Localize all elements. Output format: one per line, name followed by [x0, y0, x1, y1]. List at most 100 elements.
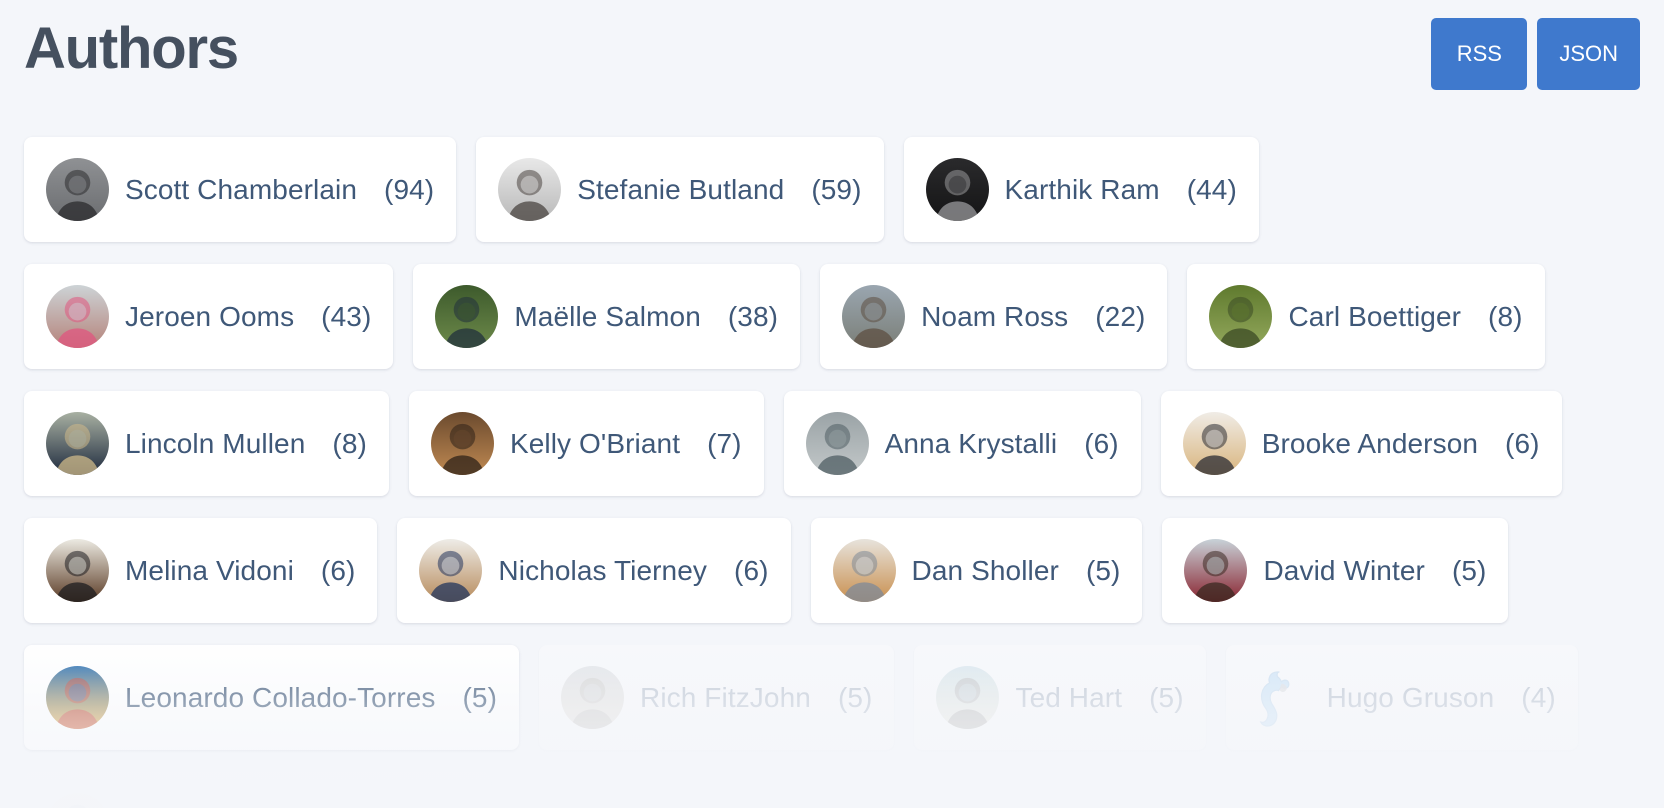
author-card[interactable]: Julia Stewart Lowndes(4) [24, 772, 491, 808]
avatar-photo-glyph [832, 539, 896, 602]
author-post-count: (8) [1488, 300, 1523, 332]
photo-man-beard-light [419, 539, 483, 602]
photo-man-short-hair [832, 539, 896, 602]
author-post-count: (43) [321, 300, 372, 332]
author-card[interactable]: Scott Chamberlain (94) [24, 137, 457, 242]
photo-person-in-water [805, 412, 869, 475]
avatar-photo-glyph [805, 412, 869, 475]
author-name: Dan Sholler [911, 554, 1059, 586]
author-post-count: (6) [320, 554, 356, 586]
author-post-count: (22) [1095, 300, 1146, 332]
author-card[interactable]: Noam Ross (22) [820, 264, 1168, 369]
avatar-photo-glyph [46, 412, 109, 475]
author-card[interactable]: Nicholas Tierney (6) [397, 518, 791, 623]
photo-man-cap-with-dog [936, 666, 1000, 729]
photo-man-colorful-shirt [46, 666, 109, 729]
author-name: Kelly O'Briant [509, 427, 681, 459]
seahorse-glyph [1259, 671, 1290, 727]
avatar-photo-glyph [936, 666, 1000, 729]
avatar-photo-glyph [419, 539, 483, 602]
avatar-photo-glyph [46, 158, 109, 221]
photo-woman-hand-on-face [46, 793, 109, 808]
author-name: Maëlle Salmon [514, 300, 701, 332]
author-post-count: (5) [1451, 554, 1487, 586]
photo-man-mountain [561, 666, 625, 729]
header-actions: RSS JSON [1431, 8, 1640, 90]
avatar-photo-glyph [498, 158, 562, 221]
author-post-count: (6) [1084, 427, 1119, 459]
author-name: Anna Krystalli [884, 427, 1058, 459]
seahorse-icon [1248, 666, 1311, 729]
author-card[interactable]: Dan Sholler (5) [810, 518, 1143, 623]
page-header: Authors RSS JSON [0, 0, 1664, 100]
photo-woman-blonde [1182, 412, 1246, 475]
author-name: Ted Hart [1015, 681, 1123, 713]
json-button[interactable]: JSON [1537, 18, 1640, 90]
author-card[interactable]: Karthik Ram (44) [903, 137, 1259, 242]
author-post-count: (6) [734, 554, 769, 586]
author-card[interactable]: Carl Boettiger (8) [1187, 264, 1545, 369]
photo-man-green-background [1209, 285, 1273, 348]
author-post-count: (6) [1505, 427, 1540, 459]
photo-grayscale-man-dark [925, 158, 989, 221]
author-post-count: (7) [707, 427, 742, 459]
avatar-photo-glyph [1209, 285, 1273, 348]
author-post-count: (38) [727, 300, 779, 332]
author-name: Brooke Anderson [1261, 427, 1479, 459]
photo-woman-outdoors-green [435, 285, 499, 348]
author-card[interactable]: Jeroen Ooms (43) [24, 264, 394, 369]
author-post-count: (5) [837, 681, 873, 713]
avatar-photo-glyph [430, 412, 494, 475]
author-post-count: (8) [332, 427, 367, 459]
page-title: Authors [24, 16, 239, 81]
author-card[interactable]: Stefanie Butland (59) [476, 137, 884, 242]
avatar-photo-glyph [46, 539, 109, 602]
author-post-count: (94) [384, 173, 435, 205]
author-name: Jeroen Ooms [125, 300, 295, 332]
author-card[interactable]: David Winter (5) [1162, 518, 1509, 623]
rss-button[interactable]: RSS [1431, 18, 1528, 90]
avatar-photo-glyph [561, 666, 625, 729]
author-name: Lincoln Mullen [125, 427, 306, 459]
author-name: Hugo Gruson [1326, 681, 1495, 713]
author-name: Scott Chamberlain [125, 173, 358, 205]
author-card[interactable]: Maëlle Salmon (38) [413, 264, 801, 369]
authors-grid: Scott Chamberlain (94) Stefanie Butland (59… [0, 137, 1664, 808]
author-name: Leonardo Collado-Torres [125, 681, 436, 713]
avatar-photo-glyph [46, 285, 109, 348]
photo-grayscale-man-beard [46, 158, 109, 221]
photo-woman-dark-hair [46, 539, 109, 602]
avatar-photo-glyph [46, 666, 109, 729]
author-name: Karthik Ram [1004, 173, 1160, 205]
author-card[interactable]: Lincoln Mullen (8) [24, 391, 389, 496]
author-name: Noam Ross [921, 300, 1069, 332]
avatar-photo-glyph [1184, 539, 1248, 602]
photo-man-at-desk [46, 285, 109, 348]
author-card[interactable]: Melina Vidoni (6) [24, 518, 378, 623]
photo-man-city-background [842, 285, 906, 348]
author-name: Nicholas Tierney [498, 554, 708, 586]
author-post-count: (44) [1186, 173, 1237, 205]
author-card[interactable]: Kelly O'Briant (7) [408, 391, 764, 496]
author-card[interactable]: Hugo Gruson (4) [1225, 645, 1578, 750]
author-post-count: (5) [462, 681, 498, 713]
author-card[interactable]: Rich FitzJohn (5) [539, 645, 895, 750]
avatar-photo-glyph [925, 158, 989, 221]
author-post-count: (5) [1149, 681, 1184, 713]
photo-grayscale-woman [498, 158, 562, 221]
avatar-photo-glyph [1182, 412, 1246, 475]
photo-man-plaid-shirt [1184, 539, 1248, 602]
author-name: David Winter [1263, 554, 1425, 586]
author-card[interactable]: Anna Krystalli (6) [783, 391, 1141, 496]
author-name: Carl Boettiger [1288, 300, 1462, 332]
author-name: Stefanie Butland [577, 173, 785, 205]
author-card[interactable]: Leonardo Collado-Torres (5) [24, 645, 520, 750]
author-post-count: (5) [1085, 554, 1121, 586]
author-name: Melina Vidoni [125, 554, 294, 586]
author-post-count: (59) [811, 173, 862, 205]
photo-man-glasses-suit [46, 412, 109, 475]
author-card[interactable]: Ted Hart (5) [914, 645, 1206, 750]
author-post-count: (4) [1521, 681, 1556, 713]
photo-woman-indoors-warm [430, 412, 494, 475]
author-card[interactable]: Brooke Anderson (6) [1160, 391, 1562, 496]
